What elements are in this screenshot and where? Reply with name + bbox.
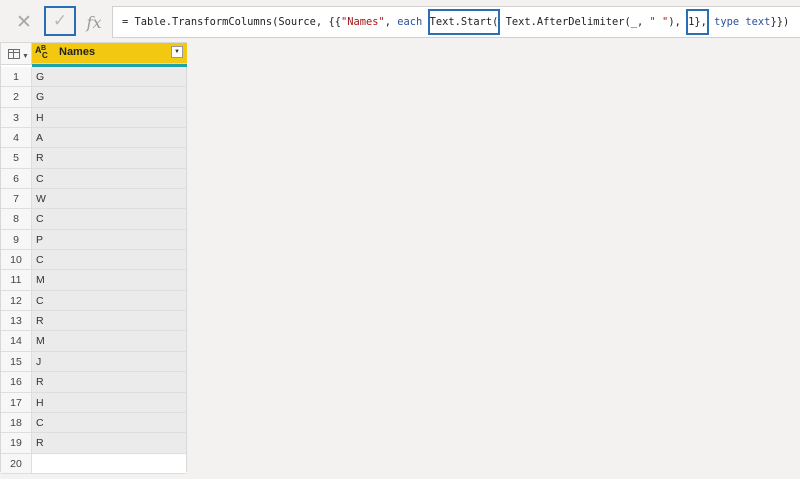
- table-row[interactable]: 17 H: [1, 392, 186, 413]
- row-number[interactable]: 13: [1, 311, 32, 331]
- table-cell[interactable]: H: [32, 392, 186, 412]
- row-number[interactable]: 20: [1, 453, 32, 473]
- table-row[interactable]: 12 C: [1, 290, 186, 312]
- fx-icon: fx: [86, 12, 102, 32]
- formula-highlight-count: 1},: [686, 9, 709, 35]
- table-row[interactable]: 5R: [1, 148, 186, 169]
- table-cell[interactable]: A: [32, 128, 186, 148]
- table-cell[interactable]: R: [32, 433, 186, 453]
- table-row[interactable]: 11 M: [1, 270, 186, 291]
- row-number[interactable]: 14: [1, 331, 32, 351]
- table-cell[interactable]: R: [32, 311, 186, 331]
- formula-after-delimiter: Text.AfterDelimiter(_,: [499, 16, 650, 28]
- cancel-button[interactable]: ✕: [10, 8, 38, 36]
- table-cell[interactable]: R: [32, 148, 186, 168]
- table-cell[interactable]: C: [32, 250, 186, 270]
- row-number[interactable]: 1: [1, 67, 32, 87]
- table-row[interactable]: 20: [1, 453, 186, 474]
- formula-prefix: = Table.TransformColumns(Source, {{: [122, 16, 341, 28]
- formula-suffix: }}): [770, 16, 790, 28]
- row-number[interactable]: 16: [1, 372, 32, 392]
- text-type-icon[interactable]: ACB: [35, 45, 48, 60]
- commit-button[interactable]: ✓: [44, 6, 76, 36]
- formula-sep: ,: [384, 16, 398, 28]
- row-number[interactable]: 18: [1, 412, 32, 433]
- table-row[interactable]: 6C: [1, 168, 186, 190]
- row-number[interactable]: 2: [1, 87, 32, 107]
- table-cell[interactable]: C: [32, 209, 186, 229]
- data-grid: ▼ ACB Names ▼ 1 G 2 G 3 H 4 A 5 R 6 C 7 W 8 C 9 P 10 C 11 M 12…: [0, 42, 187, 474]
- row-number[interactable]: 9: [1, 229, 32, 250]
- table-rows: 1 G 2 G 3 H 4 A 5 R 6 C 7 W 8 C 9 P 10 C 11 M 12 C 13 R 14 M 15 J 16 R 1…: [1, 67, 186, 474]
- table-row[interactable]: 18 C: [1, 412, 186, 434]
- table-row[interactable]: 4A: [1, 128, 186, 149]
- table-row[interactable]: 7W: [1, 189, 186, 210]
- formula-string-space: " ": [649, 16, 669, 28]
- close-icon: ✕: [16, 11, 32, 33]
- row-number[interactable]: 7: [1, 189, 32, 209]
- row-number[interactable]: 11: [1, 270, 32, 290]
- table-row[interactable]: 15 J: [1, 351, 186, 373]
- table-cell[interactable]: C: [32, 290, 186, 311]
- row-number[interactable]: 3: [1, 107, 32, 128]
- row-number[interactable]: 15: [1, 351, 32, 372]
- table-row[interactable]: 13 R: [1, 311, 186, 332]
- formula-keyword-each: each: [397, 16, 423, 28]
- table-cell[interactable]: G: [32, 87, 186, 107]
- row-number[interactable]: 4: [1, 128, 32, 148]
- formula-close: ),: [668, 16, 688, 28]
- table-cell[interactable]: H: [32, 107, 186, 128]
- formula-bar[interactable]: = Table.TransformColumns(Source, {{"Name…: [112, 6, 800, 38]
- column-header-names[interactable]: ACB Names ▼: [32, 43, 187, 64]
- table-cell[interactable]: M: [32, 331, 186, 351]
- row-number[interactable]: 12: [1, 290, 32, 311]
- table-row[interactable]: 8C: [1, 209, 186, 230]
- row-number[interactable]: 10: [1, 250, 32, 270]
- column-filter-dropdown[interactable]: ▼: [171, 46, 183, 58]
- formula-keyword-type-text: type text: [714, 16, 771, 28]
- insert-function-button[interactable]: fx: [80, 8, 108, 36]
- table-cell[interactable]: [32, 453, 186, 473]
- row-number[interactable]: 19: [1, 433, 32, 453]
- caret-down-icon: ▼: [22, 53, 29, 60]
- table-row[interactable]: 16 R: [1, 372, 186, 393]
- table-menu-button[interactable]: ▼: [1, 43, 32, 65]
- table-cell[interactable]: C: [32, 412, 186, 433]
- table-cell[interactable]: P: [32, 229, 186, 250]
- table-row[interactable]: 10 C: [1, 250, 186, 271]
- checkmark-icon: ✓: [52, 11, 68, 30]
- table-row[interactable]: 9P: [1, 229, 186, 251]
- table-row[interactable]: 2G: [1, 87, 186, 108]
- table-cell[interactable]: W: [32, 189, 186, 209]
- row-number[interactable]: 5: [1, 148, 32, 168]
- table-cell[interactable]: R: [32, 372, 186, 392]
- column-header-label: Names: [59, 46, 96, 58]
- formula-string-names: "Names": [340, 16, 385, 28]
- row-number[interactable]: 8: [1, 209, 32, 229]
- formula-highlight-text-start: Text.Start(: [427, 9, 501, 35]
- table-cell[interactable]: J: [32, 351, 186, 372]
- table-cell[interactable]: C: [32, 168, 186, 189]
- table-row[interactable]: 1G: [1, 67, 186, 88]
- table-row[interactable]: 19 R: [1, 433, 186, 454]
- table-row[interactable]: 14 M: [1, 331, 186, 352]
- table-cell[interactable]: G: [32, 67, 186, 87]
- table-cell[interactable]: M: [32, 270, 186, 290]
- table-row[interactable]: 3H: [1, 107, 186, 129]
- table-icon: [8, 49, 20, 59]
- row-number[interactable]: 17: [1, 392, 32, 412]
- row-number[interactable]: 6: [1, 168, 32, 189]
